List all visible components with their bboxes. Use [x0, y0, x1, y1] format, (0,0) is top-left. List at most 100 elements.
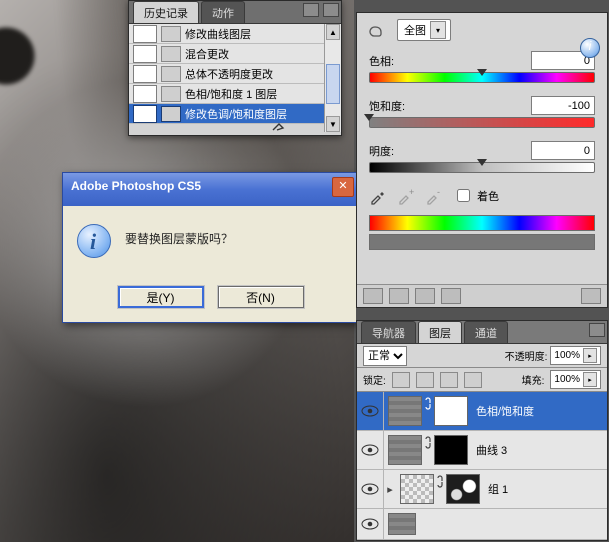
scroll-up-icon[interactable]: ▲ — [326, 24, 340, 40]
history-brush-icon[interactable] — [271, 118, 285, 132]
history-step-icon — [161, 26, 181, 42]
eyedropper-icon[interactable] — [369, 187, 387, 205]
panel-info-icon[interactable]: i — [580, 38, 600, 58]
hue-slider-row: 色相: — [369, 51, 595, 86]
layer-thumbnail[interactable] — [388, 513, 416, 535]
colorize-checkbox[interactable]: 着色 — [453, 186, 499, 205]
eyedropper-subtract-icon[interactable]: - — [425, 187, 443, 205]
opacity-value: 100% — [554, 350, 580, 361]
lock-transparent-icon[interactable] — [392, 372, 410, 388]
history-item-label: 色相/饱和度 1 图层 — [185, 86, 277, 102]
tab-channels[interactable]: 通道 — [464, 321, 508, 343]
lock-image-icon[interactable] — [416, 372, 434, 388]
panel-menu-icon[interactable] — [589, 323, 605, 337]
history-item[interactable]: 色相/饱和度 1 图层 — [129, 84, 324, 104]
group-expand-icon[interactable]: ▸ — [384, 483, 396, 496]
scroll-down-icon[interactable]: ▼ — [326, 116, 340, 132]
colorize-checkbox-input[interactable] — [457, 189, 470, 202]
lightness-slider[interactable] — [369, 162, 595, 176]
spectrum-preview — [369, 215, 595, 250]
colorize-label: 着色 — [477, 188, 499, 204]
svg-text:+: + — [409, 187, 414, 197]
visibility-toggle[interactable] — [357, 509, 384, 539]
layer-row[interactable] — [357, 509, 607, 540]
properties-footer — [357, 284, 607, 307]
visibility-toggle[interactable] — [357, 470, 384, 508]
history-item[interactable]: 修改曲线图层 — [129, 24, 324, 44]
history-step-icon — [161, 106, 181, 122]
history-item[interactable]: 总体不透明度更改 — [129, 64, 324, 84]
tab-history[interactable]: 历史记录 — [133, 1, 199, 23]
layers-list: 色相/饱和度 曲线 3 — [357, 392, 607, 540]
history-step-icon — [161, 46, 181, 62]
visibility-toggle[interactable] — [357, 431, 384, 469]
layer-row[interactable]: 色相/饱和度 — [357, 392, 607, 431]
range-select[interactable]: 全图 ▾ — [397, 19, 451, 41]
history-list: 修改曲线图层 混合更改 总体不透明度更改 色相/饱和度 1 图层 修改色调/饱和… — [129, 24, 324, 132]
saturation-slider[interactable] — [369, 117, 595, 131]
no-button[interactable]: 否(N) — [218, 286, 304, 308]
blend-mode-select[interactable]: 正常 — [363, 346, 407, 366]
panel-controls — [303, 3, 339, 17]
layer-name[interactable]: 色相/饱和度 — [472, 403, 534, 419]
range-select-value: 全图 — [404, 22, 426, 38]
spectrum-bottom — [369, 234, 595, 250]
mask-thumbnail[interactable] — [446, 474, 480, 504]
history-item-label: 总体不透明度更改 — [185, 66, 273, 82]
visibility-toggle[interactable] — [357, 392, 384, 430]
history-scrollbar[interactable]: ▲ ▼ — [324, 24, 341, 132]
hue-label: 色相: — [369, 53, 394, 69]
tab-layers[interactable]: 图层 — [418, 321, 462, 343]
link-icon[interactable] — [423, 435, 433, 453]
visibility-icon[interactable] — [441, 288, 461, 304]
fill-input[interactable]: 100% ▸ — [550, 370, 601, 389]
history-item[interactable]: 混合更改 — [129, 44, 324, 64]
tab-actions[interactable]: 动作 — [201, 1, 245, 23]
yes-button[interactable]: 是(Y) — [118, 286, 204, 308]
layer-row[interactable]: 曲线 3 — [357, 431, 607, 470]
slider-thumb-icon[interactable] — [364, 114, 374, 121]
history-item-label: 混合更改 — [185, 46, 229, 62]
panel-close-icon[interactable] — [323, 3, 339, 17]
dialog-title[interactable]: Adobe Photoshop CS5 — [63, 173, 358, 206]
delete-adjustment-icon[interactable] — [581, 288, 601, 304]
layer-thumbnail[interactable] — [388, 435, 422, 465]
tab-navigator[interactable]: 导航器 — [361, 321, 416, 343]
opacity-input[interactable]: 100% ▸ — [550, 346, 601, 365]
previous-state-icon[interactable] — [389, 288, 409, 304]
mask-thumbnail[interactable] — [434, 435, 468, 465]
spectrum-top — [369, 215, 595, 231]
layer-row[interactable]: ▸ 组 1 — [357, 470, 607, 509]
layer-name[interactable]: 曲线 3 — [472, 442, 507, 458]
slider-thumb-icon[interactable] — [477, 69, 487, 76]
group-thumbnail[interactable] — [400, 474, 434, 504]
layer-name[interactable]: 组 1 — [484, 481, 508, 497]
lock-position-icon[interactable] — [440, 372, 458, 388]
hue-slider[interactable] — [369, 72, 595, 86]
layers-panel: 导航器 图层 通道 正常 不透明度: 100% ▸ 锁定: — [356, 320, 608, 541]
scroll-thumb[interactable] — [326, 64, 340, 104]
reset-icon[interactable] — [415, 288, 435, 304]
confirm-dialog: Adobe Photoshop CS5 ✕ 要替换图层蒙版吗？ 是(Y) 否(N… — [62, 172, 359, 323]
saturation-value-input[interactable] — [531, 96, 595, 115]
saturation-label: 饱和度: — [369, 98, 405, 114]
layer-thumbnail[interactable] — [388, 396, 422, 426]
link-icon[interactable] — [423, 396, 433, 414]
lightness-label: 明度: — [369, 143, 394, 159]
history-panel: 历史记录 动作 修改曲线图层 混合更改 总体不透明度 — [128, 0, 342, 136]
hand-icon[interactable] — [365, 19, 387, 41]
lightness-value-input[interactable] — [531, 141, 595, 160]
history-item-selected[interactable]: 修改色调/饱和度图层 — [129, 104, 324, 124]
chevron-right-icon: ▸ — [583, 372, 597, 387]
history-snapshot-slot — [133, 25, 157, 43]
svg-text:-: - — [437, 187, 440, 197]
mask-thumbnail[interactable] — [434, 396, 468, 426]
slider-thumb-icon[interactable] — [477, 159, 487, 166]
dialog-close-button[interactable]: ✕ — [332, 177, 354, 197]
lock-all-icon[interactable] — [464, 372, 482, 388]
link-icon[interactable] — [435, 474, 445, 492]
clip-to-layer-icon[interactable] — [363, 288, 383, 304]
eyedropper-add-icon[interactable]: + — [397, 187, 415, 205]
panel-collapse-icon[interactable] — [303, 3, 319, 17]
opacity-label: 不透明度: — [505, 348, 548, 363]
